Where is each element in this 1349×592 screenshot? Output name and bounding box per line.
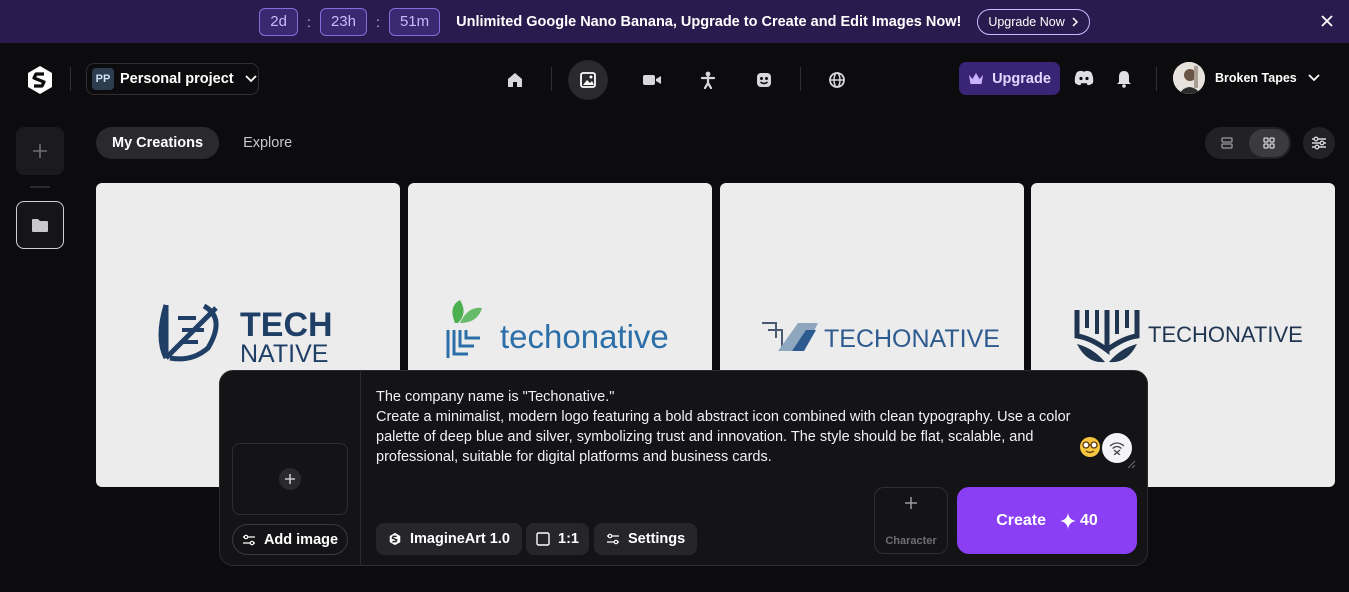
card-logo-line1: TECHONATIVE xyxy=(1148,322,1303,347)
aspect-ratio-selector[interactable]: 1:1 xyxy=(526,523,589,555)
nav-home[interactable] xyxy=(495,60,535,100)
nav-mask[interactable] xyxy=(744,60,784,100)
add-image-button[interactable]: Add image xyxy=(232,524,348,555)
techonative-logo-image: TECHONATIVE xyxy=(1074,310,1303,363)
prompt-panel: Add image The company name is "Techonati… xyxy=(219,370,1148,566)
add-image-plus xyxy=(279,468,301,490)
mask-icon xyxy=(757,73,771,87)
project-selector[interactable]: PP Personal project xyxy=(86,63,259,95)
upgrade-now-button[interactable]: Upgrade Now xyxy=(977,8,1090,35)
card-logo-line1: TECHONATIVE xyxy=(824,325,1000,353)
tab-bar: My Creations Explore xyxy=(96,127,308,159)
character-label: Character xyxy=(885,535,937,547)
divider xyxy=(1156,67,1157,91)
nerd-face-icon[interactable] xyxy=(1079,436,1101,458)
model-selector[interactable]: ImagineArt 1.0 xyxy=(376,523,522,555)
countdown-hours: 23h xyxy=(319,7,367,36)
square-icon xyxy=(536,532,550,546)
list-view-icon xyxy=(1221,137,1233,149)
new-folder-button[interactable] xyxy=(16,127,64,175)
nav-character[interactable] xyxy=(688,60,728,100)
close-icon[interactable] xyxy=(1317,11,1337,31)
user-name: Broken Tapes xyxy=(1215,71,1297,85)
character-button[interactable]: Character xyxy=(874,487,948,554)
user-menu[interactable]: Broken Tapes xyxy=(1173,62,1321,94)
image-upload-slot[interactable] xyxy=(232,443,348,515)
bell-icon[interactable] xyxy=(1116,70,1132,88)
filter-button[interactable] xyxy=(1303,127,1335,159)
create-button[interactable]: Create 40 xyxy=(957,487,1137,554)
plus-icon xyxy=(285,474,295,484)
countdown-days: 2d xyxy=(259,7,298,36)
card-logo-line1: techonative xyxy=(500,318,669,355)
techonative-logo-image: TECHONATIVE xyxy=(762,322,1000,353)
add-image-label: Add image xyxy=(263,531,339,548)
countdown-separator: : xyxy=(376,13,380,30)
resize-handle-icon[interactable] xyxy=(1126,459,1136,469)
view-toggle xyxy=(1205,127,1291,159)
techonative-logo-image: techonative xyxy=(446,300,669,358)
tab-my-creations[interactable]: My Creations xyxy=(96,127,220,159)
folder-icon xyxy=(32,218,48,232)
chevron-right-icon xyxy=(1072,16,1078,27)
divider xyxy=(360,371,361,565)
plus-icon xyxy=(905,497,917,509)
plus-icon xyxy=(33,144,47,158)
tab-explore[interactable]: Explore xyxy=(227,127,308,159)
divider xyxy=(30,186,50,188)
grid-view-icon xyxy=(1263,137,1275,149)
avatar xyxy=(1173,62,1205,94)
project-label: Personal project xyxy=(120,71,234,87)
divider xyxy=(70,67,71,91)
aspect-ratio-label: 1:1 xyxy=(558,531,579,547)
app-logo-icon[interactable] xyxy=(24,64,56,96)
promo-banner: 2d : 23h : 51m Unlimited Google Nano Ban… xyxy=(0,0,1349,43)
crown-icon xyxy=(969,73,984,84)
video-icon xyxy=(643,75,661,85)
upgrade-now-label: Upgrade Now xyxy=(988,14,1065,29)
folder-button[interactable] xyxy=(16,201,64,249)
app-logo-icon xyxy=(389,532,401,546)
sliders-icon xyxy=(1312,136,1326,150)
chevron-down-icon xyxy=(244,75,257,83)
divider xyxy=(551,67,552,91)
wifi-off-icon xyxy=(1109,442,1125,455)
home-icon xyxy=(508,73,522,87)
nav-video[interactable] xyxy=(632,60,672,100)
globe-icon xyxy=(829,72,845,88)
countdown-minutes: 51m xyxy=(388,7,441,36)
settings-button[interactable]: Settings xyxy=(594,523,698,555)
upgrade-button[interactable]: Upgrade xyxy=(959,62,1060,95)
list-view-button[interactable] xyxy=(1207,129,1247,157)
image-icon xyxy=(580,72,596,88)
credit-cost: 40 xyxy=(1060,512,1098,530)
sliders-icon xyxy=(607,533,619,545)
prompt-textarea[interactable]: The company name is "Techonative." Creat… xyxy=(376,387,1116,467)
countdown-separator: : xyxy=(306,13,311,30)
model-label: ImagineArt 1.0 xyxy=(410,531,510,547)
techonative-logo-image: TECH NATIVE xyxy=(158,303,333,368)
top-bar: PP Personal project Upgrade Broken Tapes xyxy=(0,43,1349,115)
card-logo-line2: NATIVE xyxy=(240,340,328,368)
nav-image[interactable] xyxy=(568,60,608,100)
create-label: Create xyxy=(996,511,1046,529)
divider xyxy=(800,67,801,91)
promo-message: Unlimited Google Nano Banana, Upgrade to… xyxy=(456,13,962,30)
upgrade-label: Upgrade xyxy=(992,70,1051,87)
discord-icon[interactable] xyxy=(1074,70,1094,86)
sparkle-icon xyxy=(1060,512,1076,529)
card-logo-line1: TECH xyxy=(240,306,333,344)
settings-label: Settings xyxy=(628,531,686,547)
sliders-icon xyxy=(242,534,255,545)
character-icon xyxy=(700,71,716,89)
credit-count: 40 xyxy=(1080,511,1098,529)
nav-globe[interactable] xyxy=(817,60,857,100)
project-badge: PP xyxy=(92,68,114,90)
grid-view-button[interactable] xyxy=(1249,129,1289,157)
chevron-down-icon xyxy=(1308,74,1320,82)
